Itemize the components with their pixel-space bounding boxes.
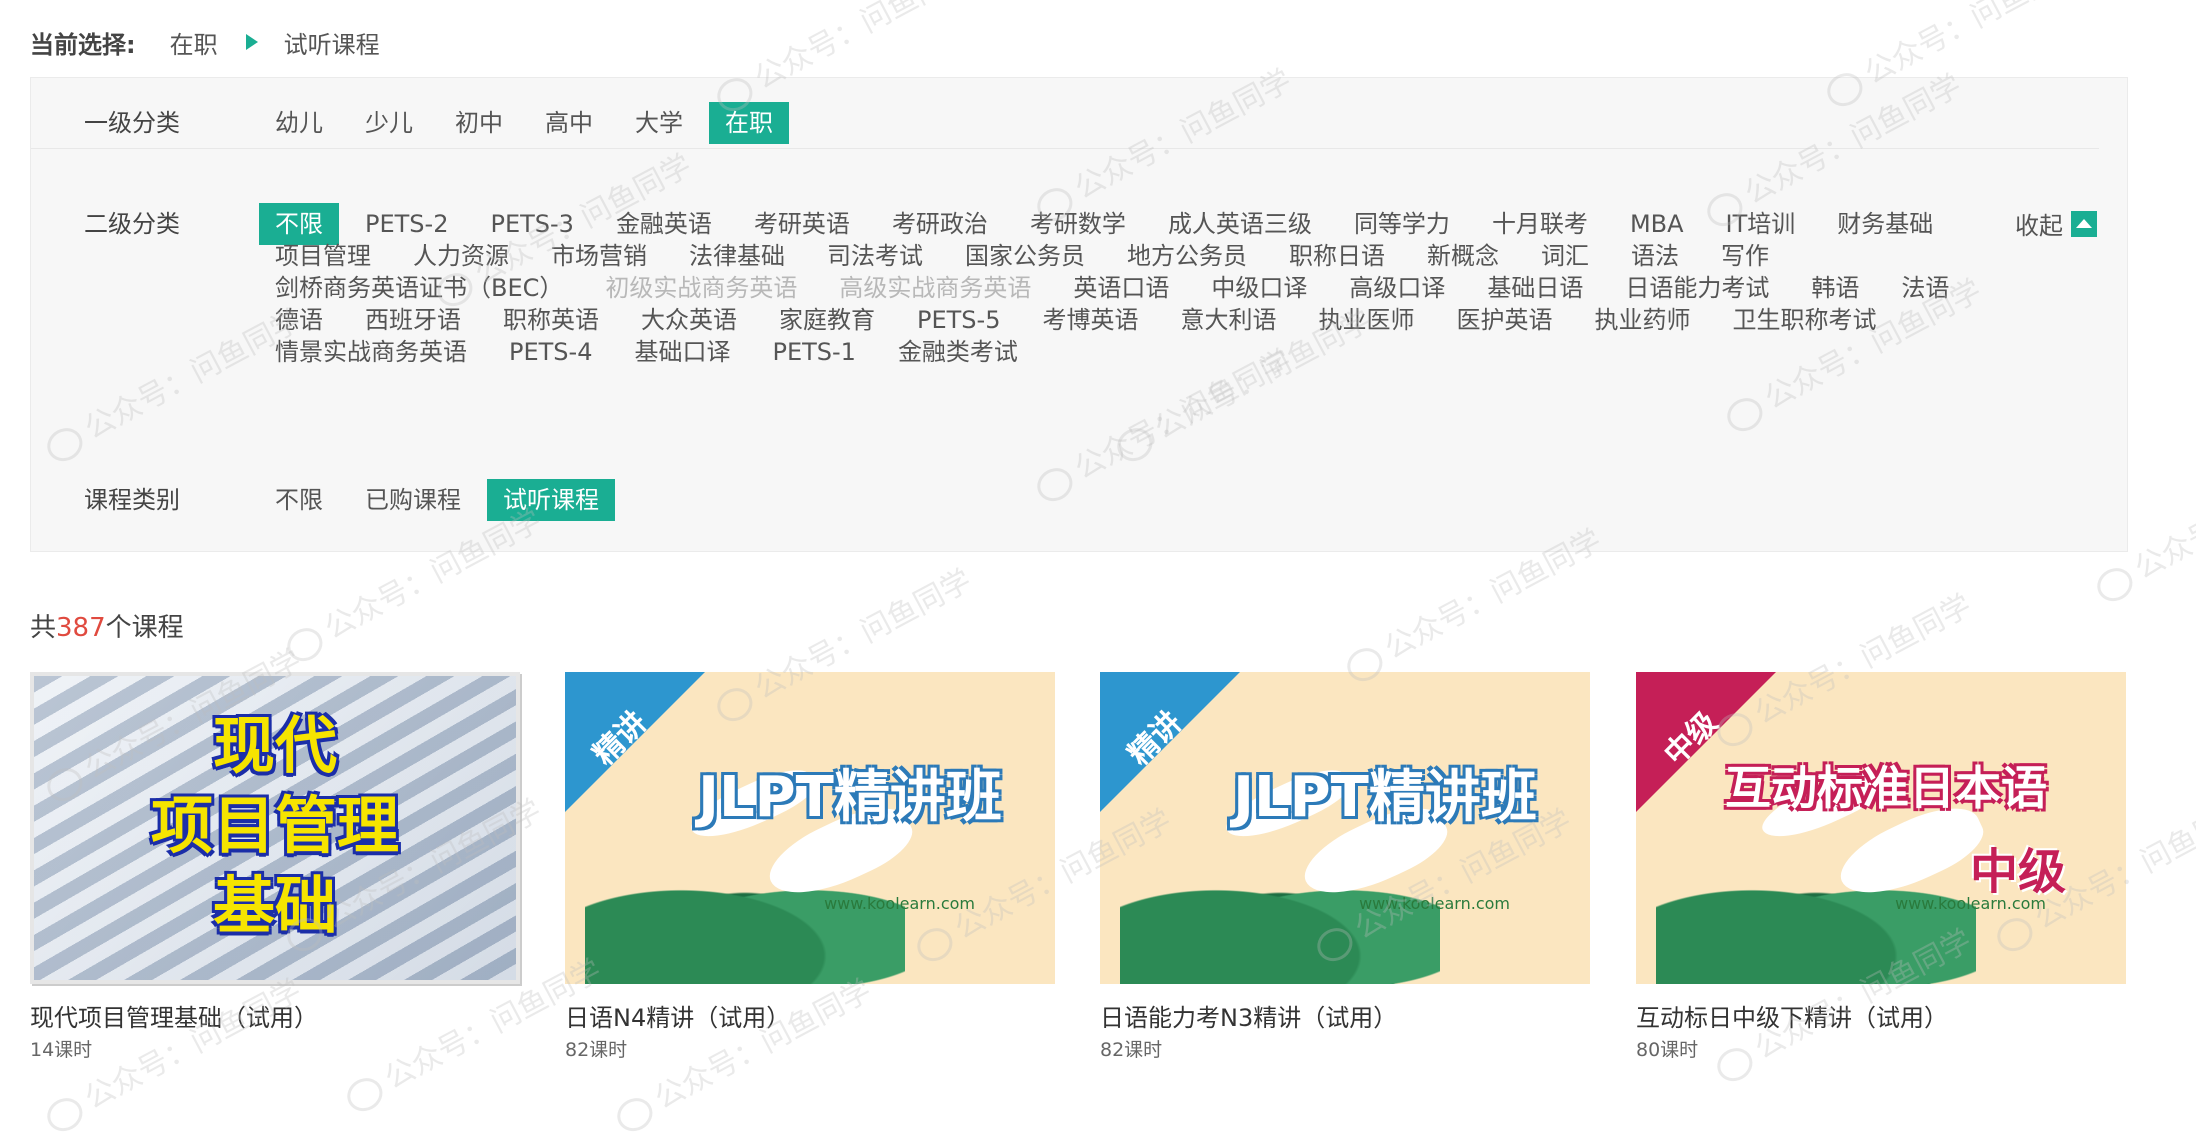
filter-option[interactable]: 情景实战商务英语 (259, 331, 483, 373)
thumbnail-site: www.koolearn.com (1359, 894, 1510, 913)
wechat-icon (341, 1071, 389, 1117)
filter-option[interactable]: 初中 (439, 102, 519, 144)
wechat-icon (611, 1091, 659, 1137)
course-card[interactable]: 精讲 JLPT精讲班 www.koolearn.com 日语N4精讲（试用） 8… (565, 672, 1055, 1064)
filter-option[interactable]: 试听课程 (487, 479, 615, 521)
filter-label-level2: 二级分类 (84, 210, 180, 238)
wechat-icon (2091, 561, 2139, 607)
thumbnail-banner: JLPT精讲班 (698, 765, 1002, 830)
breadcrumb-item-1[interactable]: 在职 (170, 25, 218, 60)
thumbnail-banner: JLPT精讲班 (1233, 765, 1537, 830)
filter-option[interactable]: 大学 (619, 102, 699, 144)
filter-options-level2: 不限 PETS-2 PETS-3 金融英语 考研英语 考研政治 考研数学 成人英语三级 同等学力… (259, 203, 2047, 366)
course-lessons: 82课时 (1100, 1039, 1163, 1061)
course-title[interactable]: 互动标日中级下精讲（试用） (1636, 1000, 2126, 1036)
breadcrumb: 当前选择: 在职 试听课程 (30, 22, 380, 62)
filter-option[interactable]: PETS-1 (756, 331, 871, 373)
course-lessons: 80课时 (1636, 1039, 1699, 1061)
course-thumbnail[interactable]: 精讲 JLPT精讲班 www.koolearn.com (565, 672, 1055, 984)
thumbnail-line: 现代 (212, 709, 337, 782)
chevron-up-icon (2071, 210, 2097, 237)
filter-option[interactable]: 意大利语 (1164, 299, 1292, 341)
course-lessons: 14课时 (30, 1039, 93, 1061)
count-number: 387 (56, 613, 106, 643)
course-card[interactable]: 中级 互动标准日本语 中级 www.koolearn.com 互动标日中级下精讲… (1636, 672, 2126, 1064)
wechat-icon (281, 621, 329, 667)
course-title[interactable]: 现代项目管理基础（试用） (30, 1000, 520, 1036)
course-title[interactable]: 日语N4精讲（试用） (565, 1000, 1055, 1036)
filter-option[interactable]: 金融类考试 (882, 331, 1034, 373)
course-thumbnail[interactable]: 精讲 JLPT精讲班 www.koolearn.com (1100, 672, 1590, 984)
filter-row-level1: 一级分类 幼儿 少儿 初中 高中 大学 在职 (31, 102, 2099, 149)
filter-label-level1: 一级分类 (84, 109, 180, 137)
watermark-text: 公众号：问鱼同学 (2128, 442, 2196, 587)
filter-options-level1: 幼儿 少儿 初中 高中 大学 在职 (259, 102, 2069, 144)
filter-option[interactable]: 幼儿 (259, 102, 339, 144)
count-prefix: 共 (30, 613, 57, 643)
count-suffix: 个课程 (105, 613, 184, 643)
course-card[interactable]: 精讲 JLPT精讲班 www.koolearn.com 日语能力考N3精讲（试用… (1100, 672, 1590, 1064)
thumbnail-level: 中级 (1969, 844, 2066, 900)
filter-option[interactable]: 执业医师 (1302, 299, 1430, 341)
course-lessons: 82课时 (565, 1039, 628, 1061)
wechat-icon (41, 1091, 89, 1137)
filter-option[interactable]: 医护英语 (1440, 299, 1568, 341)
thumbnail-line: 项目管理 (150, 789, 399, 862)
thumbnail-site: www.koolearn.com (1895, 894, 2046, 913)
thumbnail-line: 基础 (212, 869, 337, 942)
collapse-button[interactable]: 收起 (2015, 206, 2097, 241)
filter-option[interactable]: 基础口译 (618, 331, 746, 373)
course-card[interactable]: 现代 项目管理 基础 现代项目管理基础（试用） 14课时 (30, 672, 520, 1064)
collapse-label: 收起 (2015, 212, 2063, 240)
breadcrumb-label: 当前选择: (30, 30, 136, 59)
breadcrumb-item-2[interactable]: 试听课程 (284, 25, 380, 60)
filter-options-course-type: 不限 已购课程 试听课程 (259, 479, 2097, 521)
course-thumbnail[interactable]: 现代 项目管理 基础 (30, 672, 520, 984)
filter-panel: 一级分类 幼儿 少儿 初中 高中 大学 在职 二级分类 不限 PETS-2 PETS-3 金融英… (30, 77, 2128, 552)
filter-option[interactable]: 财务基础 (1821, 203, 1949, 245)
filter-option[interactable]: 高中 (529, 102, 609, 144)
filter-option[interactable]: 已购课程 (349, 479, 477, 521)
filter-option[interactable]: 卫生职称考试 (1716, 299, 1892, 341)
filter-option[interactable]: 在职 (709, 102, 789, 144)
filter-label-course-type: 课程类别 (84, 486, 180, 514)
thumbnail-site: www.koolearn.com (824, 894, 975, 913)
filter-option[interactable]: 执业药师 (1578, 299, 1706, 341)
thumbnail-text: 现代 项目管理 基础 (34, 706, 516, 946)
filter-option[interactable]: 考博英语 (1026, 299, 1154, 341)
breadcrumb-arrow-icon (245, 34, 258, 50)
filter-option[interactable]: 不限 (259, 479, 339, 521)
course-count: 共387个课程 (30, 607, 184, 644)
thumbnail-banner: 互动标准日本语 (1725, 761, 2047, 815)
filter-option[interactable]: PETS-4 (493, 331, 608, 373)
course-title[interactable]: 日语能力考N3精讲（试用） (1100, 1000, 1590, 1036)
course-thumbnail[interactable]: 中级 互动标准日本语 中级 www.koolearn.com (1636, 672, 2126, 984)
filter-option[interactable]: 少儿 (349, 102, 429, 144)
